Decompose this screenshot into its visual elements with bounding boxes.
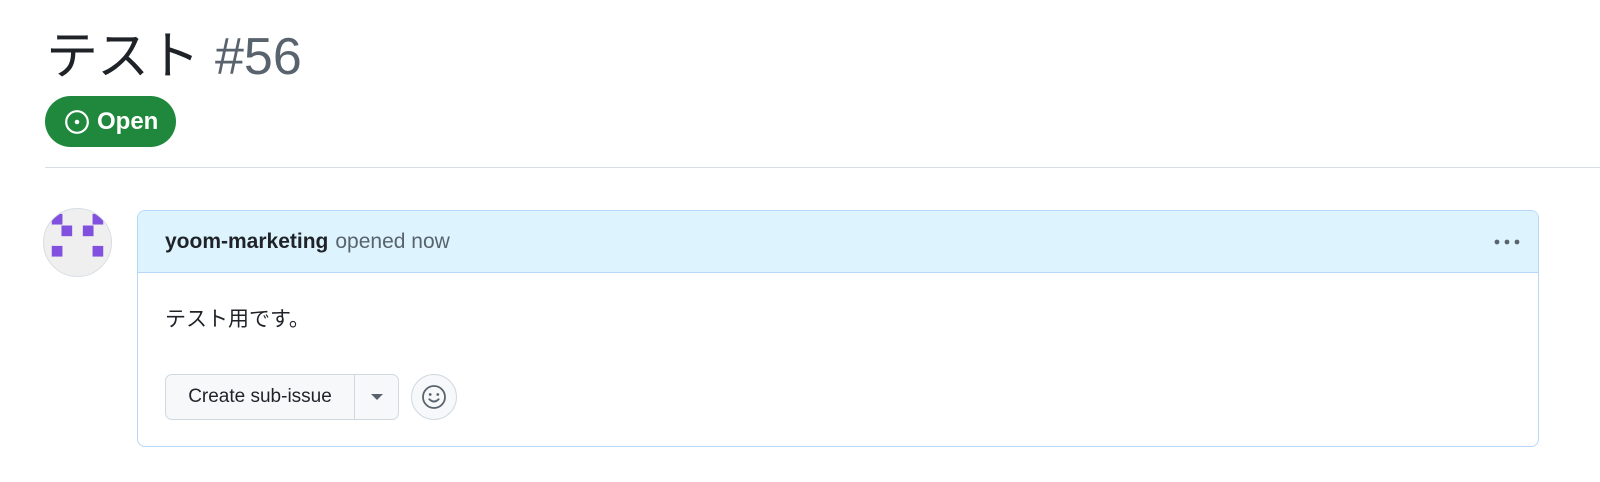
issue-number: #56 [215, 28, 302, 86]
issue-title-row: テスト #56 [46, 14, 302, 87]
issue-title: テスト [46, 27, 200, 87]
issue-opened-icon [64, 109, 90, 135]
header-divider [45, 167, 1600, 168]
create-sub-issue-button[interactable]: Create sub-issue [166, 375, 355, 419]
issue-state-label: Open [97, 107, 159, 135]
comment-header: yoom-marketing opened now [138, 211, 1538, 273]
comment-options-button[interactable] [1490, 228, 1524, 256]
comment-timestamp[interactable]: opened now [335, 230, 449, 254]
comment-author-link[interactable]: yoom-marketing [165, 230, 328, 254]
issue-state-badge: Open [45, 96, 176, 147]
issue-comment: yoom-marketing opened now テスト用です。 Create… [137, 210, 1539, 447]
kebab-horizontal-icon [1493, 237, 1521, 247]
create-sub-issue-button-group: Create sub-issue [165, 374, 399, 420]
comment-body: テスト用です。 [165, 307, 310, 331]
author-avatar[interactable] [43, 208, 112, 277]
smiley-icon [421, 384, 447, 410]
create-sub-issue-dropdown-button[interactable] [355, 375, 398, 419]
triangle-down-icon [370, 393, 384, 401]
add-reaction-button[interactable] [411, 374, 457, 420]
